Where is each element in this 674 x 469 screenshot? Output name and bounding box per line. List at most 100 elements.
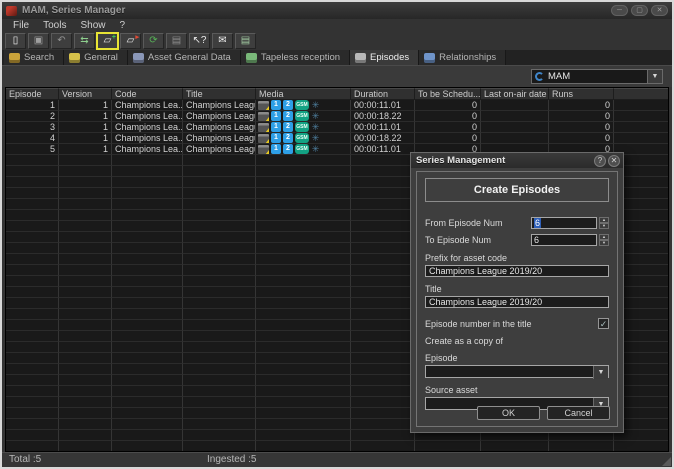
- cell: Champions Leagu...: [183, 133, 256, 144]
- menu-item-show[interactable]: Show: [73, 19, 112, 32]
- tab-label: Episodes: [370, 52, 409, 63]
- dialog-title-bar[interactable]: Series Management ? ✕: [411, 153, 623, 168]
- title-input[interactable]: Champions League 2019/20: [425, 296, 609, 308]
- column-header-code[interactable]: Code: [112, 88, 183, 100]
- general-icon: [69, 53, 80, 63]
- export-button[interactable]: ▤: [166, 33, 187, 49]
- column-header-media[interactable]: Media: [256, 88, 351, 100]
- cell: 1: [59, 111, 112, 122]
- column-header-to-be-schedu-[interactable]: To be Schedu...: [415, 88, 481, 100]
- empty-cell: [59, 276, 112, 287]
- delete-episodes-icon: ▱: [127, 36, 135, 46]
- series-management-dialog: Series Management ? ✕ Create Episodes Fr…: [410, 152, 624, 433]
- ok-button[interactable]: OK: [477, 406, 540, 420]
- empty-cell: [6, 408, 59, 419]
- empty-cell: [112, 243, 183, 254]
- save-button[interactable]: ▣: [28, 33, 49, 49]
- media-cell: 12GSM✳: [256, 133, 351, 144]
- context-help-button[interactable]: ↖?: [189, 33, 210, 49]
- column-header-title[interactable]: Title: [183, 88, 256, 100]
- cancel-button[interactable]: Cancel: [547, 406, 610, 420]
- tab-label: Search: [24, 52, 54, 63]
- spin-down-icon[interactable]: ▼: [599, 240, 609, 246]
- empty-cell: [112, 199, 183, 210]
- empty-cell: [112, 221, 183, 232]
- save-icon: ▣: [34, 36, 43, 46]
- refresh-button[interactable]: ⟳: [143, 33, 164, 49]
- cell: 0: [415, 122, 481, 133]
- undo-icon: ↶: [57, 36, 65, 46]
- from-episode-input[interactable]: 6: [531, 217, 597, 229]
- tab-search[interactable]: Search: [4, 50, 64, 65]
- to-episode-input[interactable]: 6: [531, 234, 597, 246]
- close-icon[interactable]: ✕: [651, 5, 668, 16]
- empty-cell: [256, 441, 351, 452]
- empty-cell: [59, 342, 112, 353]
- tab-episodes[interactable]: Episodes: [350, 50, 419, 65]
- table-row[interactable]: 11Champions Lea...Champions Leagu...12GS…: [6, 100, 668, 111]
- tab-tapeless-reception[interactable]: Tapeless reception: [241, 50, 350, 65]
- channel-2-icon: 2: [283, 122, 293, 132]
- cell: Champions Leagu...: [183, 144, 256, 155]
- table-row[interactable]: 41Champions Lea...Champions Leagu...12GS…: [6, 133, 668, 144]
- from-episode-label: From Episode Num: [425, 218, 531, 228]
- minimize-icon[interactable]: ─: [611, 5, 628, 16]
- table-row[interactable]: 21Champions Lea...Champions Leagu...12GS…: [6, 111, 668, 122]
- mam-filter-combobox[interactable]: MAM ▼: [531, 69, 663, 84]
- to-episode-stepper: ▲ ▼: [599, 234, 609, 246]
- delete-episodes-button[interactable]: ▱▸: [120, 33, 141, 49]
- help-icon[interactable]: ?: [594, 155, 606, 167]
- empty-cell: [351, 397, 415, 408]
- episode-number-checkbox[interactable]: ✓: [598, 318, 609, 329]
- episode-combobox[interactable]: ▼: [425, 365, 609, 378]
- empty-cell: [256, 265, 351, 276]
- empty-cell: [183, 221, 256, 232]
- empty-cell: [59, 364, 112, 375]
- clapperboard-icon: [258, 112, 269, 121]
- empty-cell: [183, 210, 256, 221]
- column-header-episode[interactable]: Episode: [6, 88, 59, 100]
- resize-grip[interactable]: [662, 457, 671, 466]
- empty-cell: [256, 331, 351, 342]
- tab-general[interactable]: General: [64, 50, 128, 65]
- menu-item-tools[interactable]: Tools: [36, 19, 73, 32]
- chevron-down-icon[interactable]: ▼: [593, 366, 608, 379]
- new-document-button[interactable]: ▯: [5, 33, 26, 49]
- empty-cell: [59, 254, 112, 265]
- mail-button[interactable]: ✉: [212, 33, 233, 49]
- asset-list-button[interactable]: ▤: [235, 33, 256, 49]
- empty-cell: [59, 397, 112, 408]
- column-header-duration[interactable]: Duration: [351, 88, 415, 100]
- create-episodes-button[interactable]: ▱+: [97, 33, 118, 49]
- empty-cell: [59, 155, 112, 166]
- maximize-icon[interactable]: ▢: [631, 5, 648, 16]
- column-header-runs[interactable]: Runs: [549, 88, 614, 100]
- cell: Champions Lea...: [112, 111, 183, 122]
- clapperboard-icon: [258, 134, 269, 143]
- prefix-input[interactable]: Champions League 2019/20: [425, 265, 609, 277]
- empty-cell: [59, 419, 112, 430]
- menu-item-[interactable]: ?: [113, 19, 133, 32]
- empty-cell: [351, 276, 415, 287]
- spin-down-icon[interactable]: ▼: [599, 223, 609, 229]
- transfer-button[interactable]: ⇆: [74, 33, 95, 49]
- transfer-icon: ⇆: [80, 36, 88, 46]
- empty-cell: [59, 287, 112, 298]
- empty-cell: [59, 375, 112, 386]
- dialog-title: Series Management: [416, 155, 505, 166]
- close-icon[interactable]: ✕: [608, 155, 620, 167]
- empty-cell: [256, 430, 351, 441]
- menu-item-file[interactable]: File: [6, 19, 36, 32]
- sub-header-bar: MAM ▼: [2, 65, 672, 87]
- cell: 1: [59, 100, 112, 111]
- empty-cell: [112, 232, 183, 243]
- tab-relationships[interactable]: Relationships: [419, 50, 506, 65]
- undo-button[interactable]: ↶: [51, 33, 72, 49]
- dialog-header: Create Episodes: [425, 178, 609, 202]
- table-row[interactable]: 31Champions Lea...Champions Leagu...12GS…: [6, 122, 668, 133]
- chevron-down-icon[interactable]: ▼: [647, 70, 662, 83]
- tab-asset-general-data[interactable]: Asset General Data: [128, 50, 241, 65]
- column-header-version[interactable]: Version: [59, 88, 112, 100]
- empty-cell: [6, 199, 59, 210]
- column-header-last-on-air-date[interactable]: Last on-air date: [481, 88, 549, 100]
